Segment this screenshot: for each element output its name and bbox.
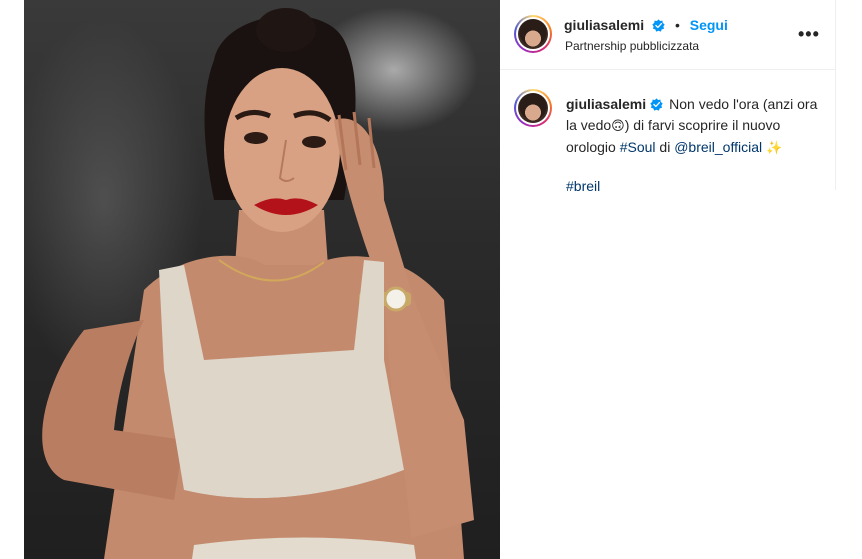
sparkles-emoji-icon: ✨: [765, 141, 783, 156]
hashtag-breil-link[interactable]: #breil: [566, 178, 600, 194]
hashtag-row: #breil: [566, 176, 826, 197]
follow-button[interactable]: Segui: [690, 17, 728, 33]
verified-badge-icon: [652, 19, 665, 32]
post-caption: giuliasalemi Non vedo l'ora (anzi ora la…: [566, 94, 826, 197]
caption-text-3: di: [655, 139, 675, 155]
caption-author-avatar[interactable]: [514, 89, 552, 127]
header-title-row: giuliasalemi • Segui: [564, 17, 728, 33]
upside-down-face-emoji-icon: 🙃: [611, 119, 625, 134]
verified-badge-icon: [650, 98, 663, 111]
more-options-icon[interactable]: •••: [798, 25, 820, 43]
post-photo-illustration: [42, 8, 474, 559]
author-avatar[interactable]: [514, 15, 552, 53]
separator-dot: •: [674, 17, 680, 33]
post-side-panel: giuliasalemi • Segui Partnership pubblic…: [500, 0, 836, 194]
caption-username[interactable]: giuliasalemi: [566, 96, 646, 112]
hashtag-soul-link[interactable]: #Soul: [620, 139, 656, 155]
author-username[interactable]: giuliasalemi: [564, 17, 644, 33]
post-header: giuliasalemi • Segui Partnership pubblic…: [500, 0, 836, 70]
post-photo[interactable]: [24, 0, 500, 559]
partnership-label: Partnership pubblicizzata: [565, 39, 700, 53]
mention-breil-official-link[interactable]: @breil_official: [674, 139, 762, 155]
